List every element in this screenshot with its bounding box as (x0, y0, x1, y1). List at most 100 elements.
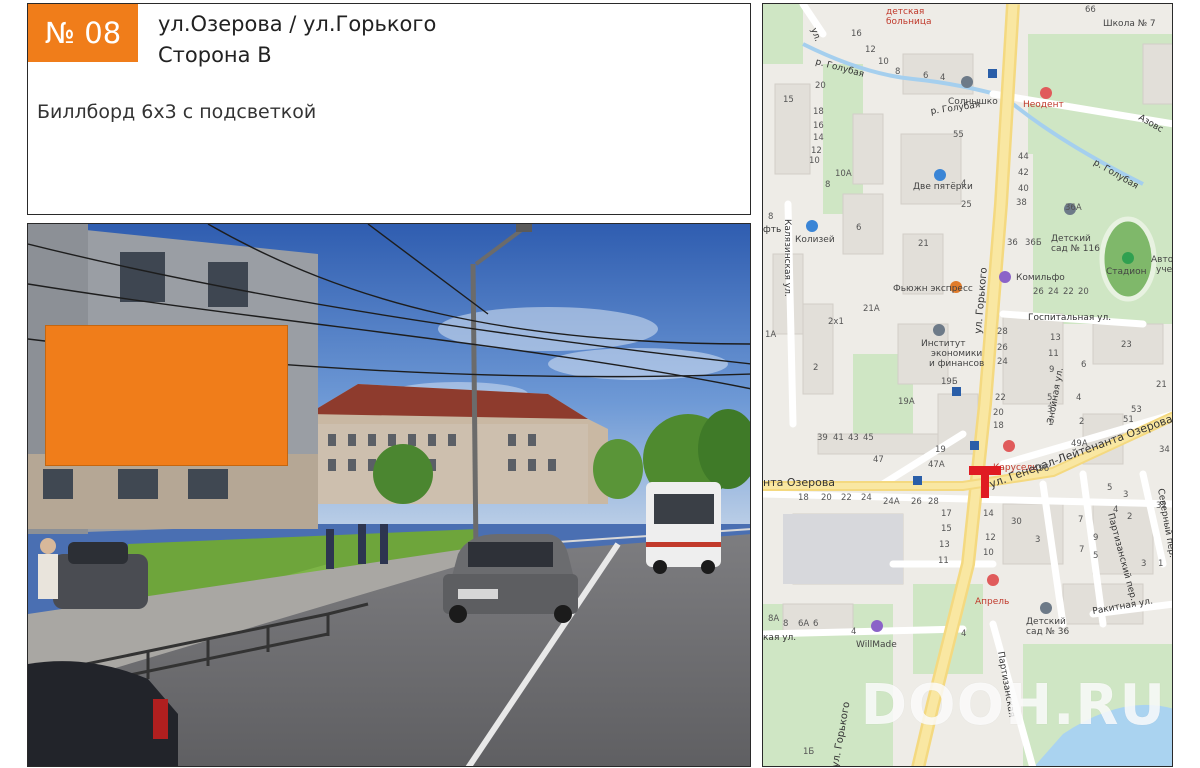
svg-text:49б: 49б (1033, 464, 1049, 474)
poi-school: Школа № 7 (1103, 19, 1156, 29)
svg-text:45: 45 (863, 433, 874, 443)
svg-text:1: 1 (1048, 418, 1053, 428)
svg-text:сад № 36: сад № 36 (1026, 627, 1069, 637)
svg-text:22: 22 (1063, 287, 1074, 297)
svg-text:24А: 24А (883, 497, 900, 507)
poi-kolizey: Колизей (795, 235, 835, 245)
svg-text:47: 47 (873, 455, 884, 465)
svg-text:22: 22 (841, 493, 852, 503)
page: № 08 ул.Озерова / ул.Горького Сторона В … (0, 0, 1200, 768)
svg-text:15: 15 (783, 95, 794, 105)
svg-text:10А: 10А (835, 169, 852, 179)
svg-text:2: 2 (1127, 512, 1132, 522)
svg-text:28: 28 (928, 497, 939, 507)
svg-text:36Б: 36Б (1025, 238, 1042, 248)
svg-text:26: 26 (997, 343, 1008, 353)
svg-text:12: 12 (811, 146, 822, 156)
svg-text:4: 4 (1076, 393, 1081, 403)
svg-text:4: 4 (1113, 505, 1118, 515)
svg-text:21: 21 (1156, 380, 1167, 390)
svg-text:9: 9 (1093, 533, 1098, 543)
street-kalyazinskaya: Калязинская ул. (782, 219, 792, 297)
svg-text:17: 17 (941, 509, 952, 519)
dooh-watermark: DOOH.RU (860, 673, 1166, 738)
billboard-placeholder (45, 325, 288, 466)
svg-text:26: 26 (911, 497, 922, 507)
svg-text:47А: 47А (928, 460, 945, 470)
street-ft: фть (763, 225, 781, 235)
svg-text:24: 24 (1048, 287, 1059, 297)
svg-text:11: 11 (938, 556, 949, 566)
svg-text:38: 38 (1016, 198, 1027, 208)
svg-text:24: 24 (997, 357, 1008, 367)
svg-text:7: 7 (1078, 515, 1083, 525)
svg-text:учеб: учеб (1156, 265, 1173, 275)
street-golubaya-2: р. Голубая (930, 100, 981, 117)
svg-text:13: 13 (939, 540, 950, 550)
svg-text:36: 36 (1007, 238, 1018, 248)
svg-text:2: 2 (1079, 417, 1084, 427)
svg-text:10: 10 (983, 548, 994, 558)
svg-text:30: 30 (1011, 517, 1022, 527)
svg-text:11: 11 (1048, 349, 1059, 359)
info-card: № 08 ул.Озерова / ул.Горького Сторона В … (27, 3, 751, 215)
address-line-2: Сторона В (158, 43, 272, 67)
svg-text:49А: 49А (1071, 439, 1088, 449)
svg-text:сад № 116: сад № 116 (1051, 244, 1100, 254)
svg-text:66: 66 (1085, 5, 1096, 15)
svg-text:40: 40 (1018, 184, 1029, 194)
svg-text:1Б: 1Б (803, 747, 814, 757)
svg-text:6: 6 (856, 223, 861, 233)
svg-text:8А: 8А (768, 614, 779, 624)
svg-text:экономики: экономики (931, 349, 982, 359)
svg-text:18: 18 (798, 493, 809, 503)
svg-text:8: 8 (825, 180, 830, 190)
svg-text:22: 22 (995, 393, 1006, 403)
svg-text:8: 8 (768, 212, 773, 222)
map-canvas: детская больница Неодент Карусель Апрель… (763, 4, 1173, 766)
svg-text:20: 20 (993, 408, 1004, 418)
svg-text:10: 10 (878, 57, 889, 67)
poi-detsad116: Детский (1051, 234, 1091, 244)
svg-text:42: 42 (1018, 168, 1029, 178)
poi-hospital: детская (886, 7, 924, 17)
svg-text:3: 3 (1035, 535, 1040, 545)
svg-text:19А: 19А (898, 397, 915, 407)
poi-institut: Институт (921, 339, 965, 349)
street-gospitalnaya: Госпитальная ул. (1028, 313, 1111, 323)
svg-text:8: 8 (783, 619, 788, 629)
svg-text:16: 16 (813, 121, 824, 131)
svg-text:4: 4 (940, 73, 945, 83)
svg-text:16: 16 (851, 29, 862, 39)
location-number-badge: № 08 (28, 4, 138, 62)
svg-text:43: 43 (848, 433, 859, 443)
poi-willmade: WillMade (856, 640, 897, 650)
svg-text:5: 5 (1093, 551, 1098, 561)
svg-text:23: 23 (1121, 340, 1132, 350)
svg-text:12: 12 (985, 533, 996, 543)
svg-text:51: 51 (1123, 415, 1134, 425)
poi-aprel: Апрель (975, 597, 1009, 607)
svg-text:39: 39 (817, 433, 828, 443)
svg-text:14: 14 (813, 133, 824, 143)
svg-text:9: 9 (1049, 365, 1054, 375)
street-kaya: кая ул. (763, 633, 796, 643)
svg-text:15: 15 (941, 524, 952, 534)
svg-text:20: 20 (815, 81, 826, 91)
svg-text:1А: 1А (765, 330, 776, 340)
svg-text:26: 26 (1033, 287, 1044, 297)
poi-avto: Авто (1151, 255, 1173, 265)
svg-text:12: 12 (865, 45, 876, 55)
location-map: детская больница Неодент Карусель Апрель… (762, 3, 1173, 767)
svg-text:18: 18 (813, 107, 824, 117)
svg-text:3: 3 (1123, 490, 1128, 500)
street-ozerova: нта Озерова (763, 476, 835, 489)
svg-text:24: 24 (861, 493, 872, 503)
svg-text:34: 34 (1159, 445, 1170, 455)
svg-text:4: 4 (961, 179, 966, 189)
address-line-1: ул.Озерова / ул.Горького (158, 12, 437, 36)
svg-text:20: 20 (821, 493, 832, 503)
svg-text:21А: 21А (863, 304, 880, 314)
svg-text:13: 13 (1050, 333, 1061, 343)
svg-text:36А: 36А (1065, 203, 1082, 213)
